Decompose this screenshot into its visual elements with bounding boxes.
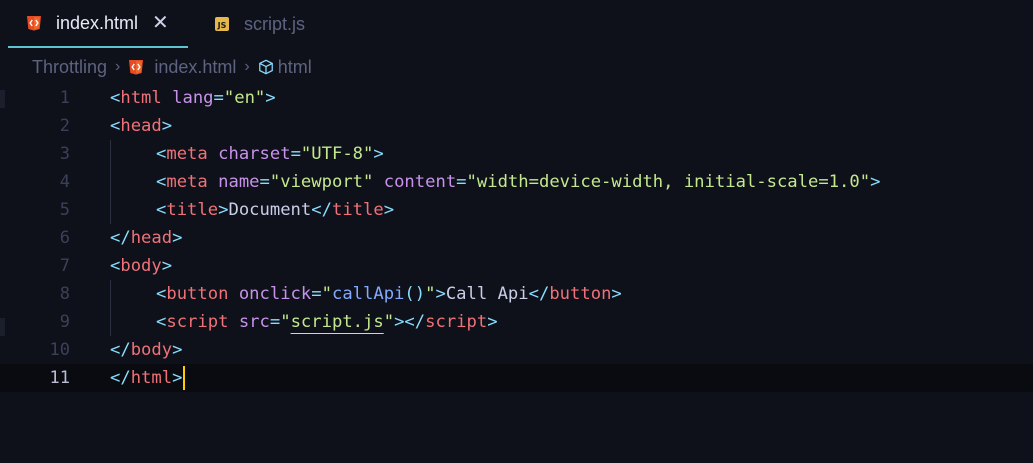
token: title: [331, 200, 384, 220]
breadcrumb-symbol[interactable]: html: [278, 57, 312, 78]
token: html: [130, 368, 173, 388]
token: ": [280, 312, 291, 332]
token: (): [404, 284, 426, 304]
code-line[interactable]: 10 </body>: [0, 336, 1033, 364]
token: src: [238, 312, 270, 332]
code-line[interactable]: 5 <title>Document</title>: [0, 196, 1033, 224]
token: script: [425, 312, 488, 332]
line-number: 5: [59, 200, 70, 220]
js-file-icon: JS: [214, 16, 230, 32]
tab-label: index.html: [56, 12, 139, 33]
line-number: 3: [59, 144, 70, 164]
tab-label: script.js: [244, 13, 306, 34]
code-line[interactable]: 9 <script src="script.js"></script>: [0, 308, 1033, 336]
token: head: [120, 116, 162, 136]
html5-icon: [26, 15, 42, 31]
code-line[interactable]: 3 <meta charset="UTF-8">: [0, 140, 1033, 168]
token: head: [130, 228, 173, 248]
token: meta: [166, 144, 208, 164]
tab-bar: index.html ✕ JS script.js: [0, 0, 1033, 48]
token: html: [120, 88, 162, 108]
line-number: 4: [59, 172, 70, 192]
token: title: [166, 200, 219, 220]
token: button: [549, 284, 612, 304]
breadcrumb-folder[interactable]: Throttling: [32, 57, 107, 78]
code-line[interactable]: 4 <meta name="viewport" content="width=d…: [0, 168, 1033, 196]
token: ": [425, 284, 436, 304]
token: callApi: [331, 284, 405, 304]
token: script: [166, 312, 229, 332]
close-icon[interactable]: ✕: [152, 13, 169, 33]
token: Call Api: [445, 284, 529, 304]
token: "viewport": [269, 172, 374, 192]
cube-icon: [258, 59, 274, 75]
token: onclick: [238, 284, 312, 304]
token: charset: [218, 144, 291, 164]
line-number: 7: [59, 256, 70, 276]
line-number: 9: [59, 312, 70, 332]
line-number: 2: [59, 116, 70, 136]
breadcrumb-file[interactable]: index.html: [154, 57, 236, 78]
html5-icon: [128, 59, 144, 75]
breadcrumb: Throttling › index.html › html: [32, 56, 312, 78]
line-number: 10: [49, 340, 70, 360]
token: "UTF-8": [300, 144, 374, 164]
code-line-current[interactable]: 11 </html>: [0, 364, 1033, 392]
chevron-right-icon: ›: [115, 58, 121, 75]
line-number: 11: [49, 368, 70, 388]
file-link[interactable]: script.js: [291, 312, 384, 332]
token: "en": [223, 88, 266, 108]
token: lang: [172, 88, 214, 108]
token: ": [321, 284, 332, 304]
line-number: 6: [59, 228, 70, 248]
code-line[interactable]: 2 <head>: [0, 112, 1033, 140]
token: Document: [228, 200, 312, 220]
tab-script-js[interactable]: JS script.js: [196, 0, 326, 48]
token: content: [383, 172, 457, 192]
token: "width=device-width, initial-scale=1.0": [466, 172, 871, 192]
token: body: [130, 340, 173, 360]
text-cursor: [183, 366, 186, 390]
line-number: 8: [59, 284, 70, 304]
tab-index-html[interactable]: index.html ✕: [8, 0, 188, 48]
code-line[interactable]: 8 <button onclick="callApi()">Call Api</…: [0, 280, 1033, 308]
line-number: 1: [59, 88, 70, 108]
token: name: [218, 172, 260, 192]
js-icon-text: JS: [215, 17, 229, 31]
token: meta: [166, 172, 208, 192]
token: body: [120, 256, 162, 276]
token: ": [383, 312, 395, 332]
code-line[interactable]: 1 <html lang="en">: [0, 84, 1033, 112]
token: button: [166, 284, 229, 304]
chevron-right-icon: ›: [244, 58, 250, 75]
code-line[interactable]: 6 </head>: [0, 224, 1033, 252]
code-line[interactable]: 7 <body>: [0, 252, 1033, 280]
